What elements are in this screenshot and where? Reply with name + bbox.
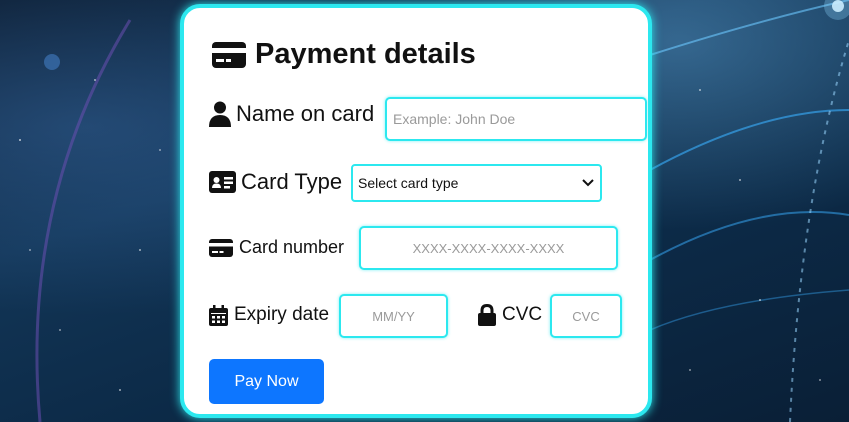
expiry-label: Expiry date	[234, 304, 330, 325]
id-card-icon	[209, 171, 236, 193]
card-number-input[interactable]	[359, 226, 618, 270]
expiry-date-input[interactable]	[339, 294, 448, 338]
card-type-row: Card Type	[209, 169, 342, 195]
payment-form-card: Payment details Name on card Card Type	[180, 4, 652, 418]
card-number-row: Card number	[209, 237, 344, 258]
card-number-label: Card number	[239, 237, 345, 257]
form-header: Payment details	[212, 38, 476, 71]
name-label: Name on card	[236, 101, 375, 126]
pay-now-button[interactable]: Pay Now	[209, 359, 324, 404]
cvc-label: CVC	[502, 304, 543, 325]
cvc-row: CVC	[478, 304, 542, 326]
name-on-card-input[interactable]	[385, 97, 647, 141]
name-row: Name on card	[209, 101, 374, 127]
cvc-input[interactable]	[550, 294, 622, 338]
expiry-row: Expiry date	[209, 304, 329, 326]
card-type-select[interactable]: Select card type	[351, 164, 602, 202]
card-type-selected-value: Select card type	[358, 175, 459, 191]
card-type-label: Card Type	[241, 169, 343, 194]
page-title: Payment details	[255, 38, 476, 70]
credit-card-icon	[212, 41, 246, 69]
user-icon	[209, 101, 231, 127]
chevron-down-icon	[582, 179, 594, 187]
calendar-icon	[209, 304, 228, 326]
credit-card-icon	[209, 238, 233, 258]
lock-icon	[478, 304, 496, 326]
